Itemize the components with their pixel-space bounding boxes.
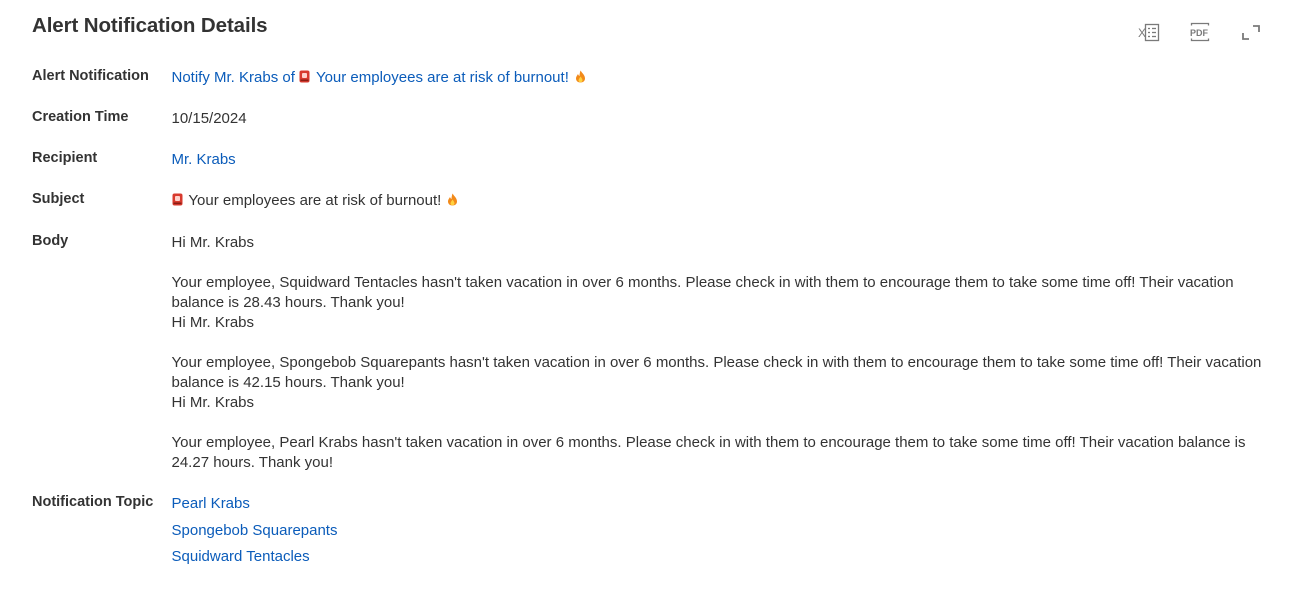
siren-icon [299, 70, 310, 83]
body-greeting: Hi Mr. Krabs [171, 394, 255, 411]
pdf-export-icon[interactable]: PDF [1187, 20, 1213, 46]
recipient-link[interactable]: Mr. Krabs [172, 151, 236, 168]
alert-notification-prefix: Notify Mr. Krabs of [171, 69, 300, 86]
alert-notification-value: Notify Mr. Krabs of Your employees are a… [172, 68, 1273, 88]
svg-text:X: X [1138, 26, 1146, 40]
alert-notification-text: Your employees are at risk of burnout! [312, 69, 574, 86]
alert-notification-label: Alert Notification [32, 68, 149, 84]
page-title: Alert Notification Details [32, 14, 268, 37]
excel-export-icon[interactable]: X [1136, 20, 1162, 46]
topic-link[interactable]: Squidward Tentacles [172, 547, 1273, 567]
body-message: Your employee, Spongebob Squarepants has… [171, 354, 1262, 391]
expand-icon[interactable] [1238, 20, 1264, 46]
notification-topic-list: Pearl Krabs Spongebob Squarepants Squidw… [172, 494, 1273, 574]
recipient-label: Recipient [32, 150, 98, 166]
subject-value: Your employees are at risk of burnout! [172, 191, 1273, 211]
body-greeting: Hi Mr. Krabs [171, 314, 255, 331]
subject-label: Subject [32, 191, 85, 207]
alert-notification-link[interactable]: Notify Mr. Krabs of Your employees are a… [172, 69, 587, 86]
topic-link[interactable]: Pearl Krabs [172, 494, 1273, 514]
subject-text: Your employees are at risk of burnout! [184, 192, 446, 209]
body-label: Body [32, 233, 69, 249]
fire-icon [576, 70, 586, 83]
body-greeting: Hi Mr. Krabs [171, 234, 255, 251]
body-message: Your employee, Squidward Tentacles hasn'… [171, 274, 1234, 311]
creation-time-label: Creation Time [32, 109, 129, 125]
topic-link[interactable]: Spongebob Squarepants [172, 521, 1273, 541]
fire-icon [448, 193, 458, 206]
svg-text:PDF: PDF [1190, 28, 1209, 38]
notification-topic-label: Notification Topic [32, 494, 154, 510]
creation-time-value: 10/15/2024 [171, 110, 247, 127]
body-value: Hi Mr. Krabs Your employee, Squidward Te… [172, 233, 1273, 473]
siren-icon [172, 193, 182, 206]
body-message: Your employee, Pearl Krabs hasn't taken … [171, 434, 1246, 471]
